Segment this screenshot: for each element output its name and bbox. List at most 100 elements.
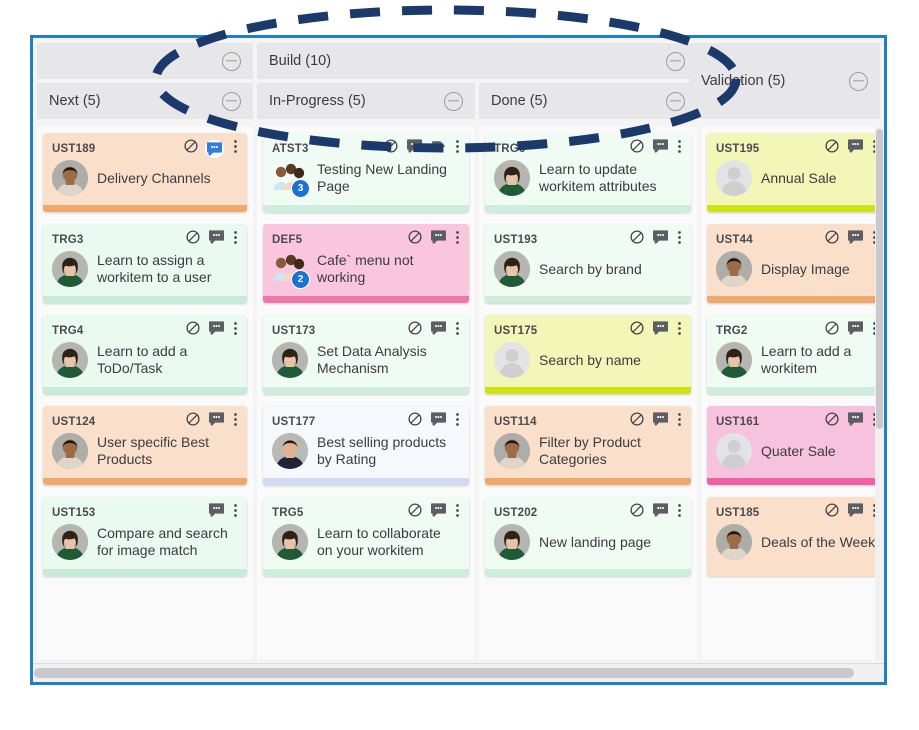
comment-icon[interactable]: ••• [208,503,225,522]
kanban-card[interactable]: UST161 ••• Quater Sale [707,406,884,485]
collapse-circle-minus-icon[interactable] [666,51,685,71]
comment-icon[interactable]: ••• [847,230,864,249]
kanban-column-done[interactable]: TRG6 ••• Learn to update workitem attribut… [479,127,697,660]
kanban-card[interactable]: UST193 ••• Search by brand [485,224,691,303]
comment-icon[interactable]: ••• [208,230,225,249]
kanban-card[interactable]: TRG3 ••• Learn to assign a workitem to a u… [43,224,247,303]
more-options-icon[interactable] [455,230,460,250]
blocked-icon[interactable] [408,412,422,431]
horizontal-scrollbar[interactable] [33,663,884,682]
column-header-next[interactable]: Next (5) [37,83,253,119]
column-header-blank[interactable] [37,43,253,79]
blocked-icon[interactable] [186,230,200,249]
comment-icon[interactable]: ••• [652,321,669,340]
comment-icon[interactable]: ••• [652,503,669,522]
horizontal-scrollbar-thumb[interactable] [34,668,854,678]
kanban-card[interactable]: TRG5 ••• Learn to collaborate on your work… [263,497,469,576]
blocked-icon[interactable] [408,503,422,522]
kanban-card[interactable]: TRG4 ••• Learn to add a ToDo/Task [43,315,247,394]
comment-icon[interactable]: ••• [430,412,447,431]
more-options-icon[interactable] [233,230,238,250]
comment-icon[interactable]: ••• [430,230,447,249]
comment-icon[interactable]: ••• [652,412,669,431]
kanban-card[interactable]: UST153 ••• Compare and search for image ma… [43,497,247,576]
collapse-circle-minus-icon[interactable] [666,91,685,111]
blocked-icon[interactable] [825,139,839,158]
comment-icon[interactable]: ••• [847,412,864,431]
svg-text:•••: ••• [657,415,665,422]
kanban-card[interactable]: UST195 ••• Annual Sale [707,133,884,212]
blocked-icon[interactable] [408,321,422,340]
more-options-icon[interactable] [677,230,682,250]
kanban-card[interactable]: UST189 ••• Delivery Channels [43,133,247,212]
blocked-icon[interactable] [825,230,839,249]
blocked-icon[interactable] [825,321,839,340]
blocked-icon[interactable] [186,321,200,340]
more-options-icon[interactable] [677,321,682,341]
kanban-card[interactable]: TRG2 ••• Learn to add a workitem [707,315,884,394]
collapse-circle-minus-icon[interactable] [849,71,868,91]
kanban-column-validation[interactable]: UST195 ••• Annual Sale UST44 ••• Display Imag… [701,127,884,660]
kanban-card[interactable]: TRG6 ••• Learn to update workitem attribut… [485,133,691,212]
blocked-icon[interactable] [186,412,200,431]
vertical-scrollbar[interactable] [875,127,884,660]
blocked-icon[interactable] [630,412,644,431]
card-color-bar [707,569,884,576]
comment-icon[interactable]: ••• [208,412,225,431]
kanban-card[interactable]: UST124 ••• User specific Best Products [43,406,247,485]
more-options-icon[interactable] [455,321,460,341]
more-options-icon[interactable] [233,412,238,432]
comment-icon[interactable]: ••• [406,139,423,158]
column-header-done[interactable]: Done (5) [479,83,697,119]
svg-text:•••: ••• [657,506,665,513]
comment-icon-active[interactable]: ••• [205,139,224,158]
blocked-icon[interactable] [630,230,644,249]
more-options-icon[interactable] [455,503,460,523]
blocked-icon[interactable] [384,139,398,158]
more-options-icon[interactable] [233,503,238,523]
kanban-card[interactable]: UST44 ••• Display Image [707,224,884,303]
more-options-icon[interactable] [455,139,460,159]
kanban-card[interactable]: UST202 ••• New landing page [485,497,691,576]
more-options-icon[interactable] [233,139,238,159]
tag-icon[interactable] [431,139,446,158]
kanban-column-in-progress[interactable]: ATST3 ••• 3 Testing New Landing Page DEF5 •••… [257,127,475,660]
board-header-row-parent: Build (10) Validation (5) [33,38,884,119]
kanban-card[interactable]: UST114 ••• Filter by Product Categories [485,406,691,485]
comment-icon[interactable]: ••• [847,139,864,158]
comment-icon[interactable]: ••• [652,139,669,158]
blocked-icon[interactable] [825,412,839,431]
more-options-icon[interactable] [677,412,682,432]
blocked-icon[interactable] [630,321,644,340]
vertical-scrollbar-thumb[interactable] [876,129,883,429]
comment-icon[interactable]: ••• [208,321,225,340]
column-header-validation[interactable]: Validation (5) [689,43,880,119]
kanban-card[interactable]: UST173 ••• Set Data Analysis Mechanism [263,315,469,394]
blocked-icon[interactable] [408,230,422,249]
kanban-card[interactable]: DEF5 ••• 2 Cafe` menu not working [263,224,469,303]
more-options-icon[interactable] [455,412,460,432]
blocked-icon[interactable] [184,139,198,158]
comment-icon[interactable]: ••• [847,321,864,340]
more-options-icon[interactable] [677,503,682,523]
comment-icon[interactable]: ••• [652,230,669,249]
collapse-circle-minus-icon[interactable] [444,91,463,111]
blocked-icon[interactable] [825,503,839,522]
column-header-next-label: Next (5) [49,93,101,109]
kanban-card[interactable]: UST177 ••• Best selling products by Rating [263,406,469,485]
kanban-column-next[interactable]: UST189 ••• Delivery Channels TRG3 ••• Learn t… [37,127,253,660]
collapse-circle-minus-icon[interactable] [222,91,241,111]
blocked-icon[interactable] [630,503,644,522]
column-header-in-progress[interactable]: In-Progress (5) [257,83,475,119]
kanban-card[interactable]: ATST3 ••• 3 Testing New Landing Page [263,133,469,212]
kanban-card[interactable]: UST175 ••• Search by name [485,315,691,394]
kanban-card[interactable]: UST185 ••• Deals of the Week [707,497,884,576]
comment-icon[interactable]: ••• [430,321,447,340]
collapse-circle-minus-icon[interactable] [222,51,241,71]
column-header-build[interactable]: Build (10) [257,43,697,79]
comment-icon[interactable]: ••• [847,503,864,522]
blocked-icon[interactable] [630,139,644,158]
comment-icon[interactable]: ••• [430,503,447,522]
more-options-icon[interactable] [233,321,238,341]
more-options-icon[interactable] [677,139,682,159]
